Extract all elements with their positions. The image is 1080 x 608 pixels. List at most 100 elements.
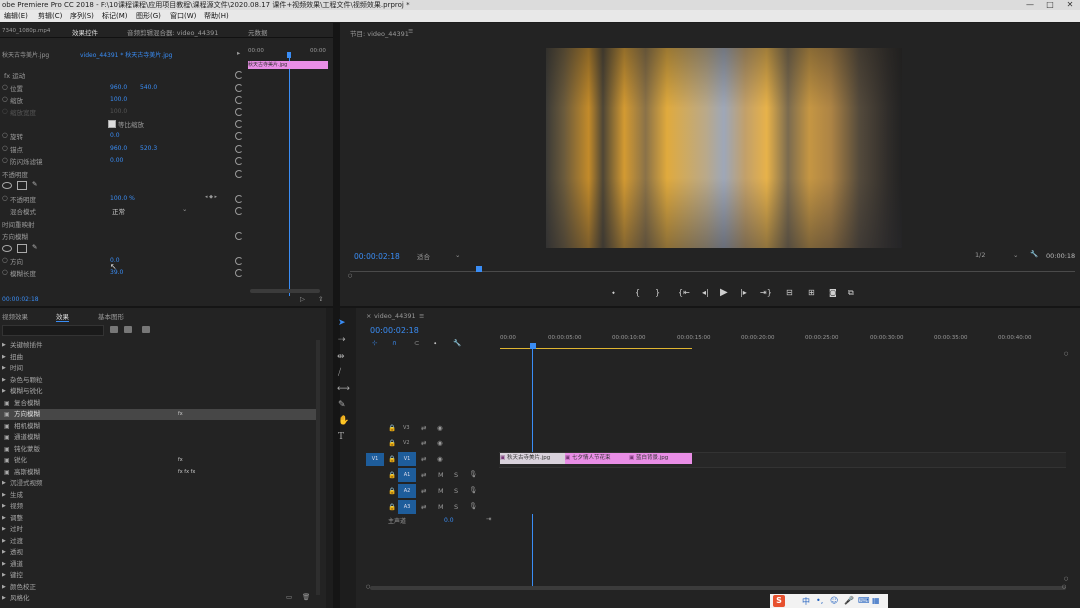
timeline-scrollbar[interactable] bbox=[370, 586, 1066, 590]
timeline-clip[interactable]: ▣ 蓝白背景.jpg bbox=[629, 453, 692, 464]
slip-tool-icon[interactable]: ⟷ bbox=[337, 384, 350, 394]
track-target-a2[interactable]: A2 bbox=[398, 484, 416, 498]
resolution-select[interactable]: 1/2 ⌄ bbox=[975, 251, 1020, 260]
ellipse-mask-icon[interactable] bbox=[2, 245, 12, 252]
lock-icon[interactable]: 🔒 bbox=[388, 471, 396, 479]
keyframe-nav-icon[interactable]: ◂ ◆ ▸ bbox=[205, 194, 217, 200]
effect-tree-item[interactable]: ▶ 关键帧插件 bbox=[0, 340, 316, 351]
opacity-value[interactable]: 100.0 % bbox=[110, 195, 135, 202]
32bit-filter-icon[interactable] bbox=[124, 326, 132, 333]
effect-tree-item[interactable]: ▶ 生成 bbox=[0, 490, 316, 501]
close-icon[interactable]: × bbox=[366, 312, 371, 320]
effect-tree-item[interactable]: ▣ 高斯模糊 fx fx fx bbox=[0, 467, 316, 478]
track-target-v1[interactable]: V1 bbox=[398, 452, 416, 466]
effect-tree-item[interactable]: ▶ 时间 bbox=[0, 363, 316, 374]
sync-lock-icon[interactable]: ⇄ bbox=[421, 487, 426, 495]
go-to-out-icon[interactable]: ⇥} bbox=[760, 288, 772, 297]
effect-tree-item[interactable]: ▶ 模糊与锐化 bbox=[0, 386, 316, 397]
linked-selection-icon[interactable]: ⊂ bbox=[414, 339, 419, 347]
effects-scrollbar[interactable] bbox=[316, 340, 320, 595]
motion-section[interactable]: fx 运动 bbox=[4, 70, 25, 80]
stopwatch-icon[interactable]: ○ bbox=[2, 256, 8, 264]
ripple-edit-icon[interactable]: ⇹ bbox=[337, 352, 345, 362]
close-button[interactable]: ✕ bbox=[1060, 0, 1080, 10]
maximize-button[interactable]: □ bbox=[1040, 0, 1060, 10]
source-patch-v1[interactable]: V1 bbox=[366, 453, 384, 466]
directional-blur-section[interactable]: 方向模糊 bbox=[2, 231, 28, 241]
effect-tree-item[interactable]: ▶ 过时 bbox=[0, 524, 316, 535]
pen-tool-icon[interactable]: ✎ bbox=[338, 400, 346, 410]
track-select-icon[interactable]: ⇢ bbox=[338, 335, 346, 345]
sync-lock-icon[interactable]: ⇄ bbox=[421, 424, 426, 432]
prop-value[interactable]: 0.0 bbox=[110, 132, 120, 139]
lock-icon[interactable]: 🔒 bbox=[388, 424, 396, 432]
rect-mask-icon[interactable] bbox=[17, 181, 27, 190]
ellipse-mask-icon[interactable] bbox=[2, 182, 12, 189]
mute-button[interactable]: M bbox=[438, 503, 444, 511]
add-marker-icon[interactable]: ⬩ bbox=[434, 339, 436, 348]
effect-tree-item[interactable]: ▶ 通道 bbox=[0, 559, 316, 570]
work-area-bar[interactable] bbox=[500, 348, 692, 349]
fit-select[interactable]: 适合 ⌄ bbox=[417, 251, 462, 261]
effect-tree-item[interactable]: ▣ 相机模糊 bbox=[0, 421, 316, 432]
comparison-view-icon[interactable]: ⧉ bbox=[848, 288, 854, 298]
menu-clip[interactable]: 剪辑(C) bbox=[38, 10, 62, 22]
selection-tool-icon[interactable]: ➤ bbox=[338, 318, 346, 328]
scroll-handle-left[interactable]: ○ bbox=[366, 584, 370, 590]
eye-icon[interactable]: ◉ bbox=[437, 439, 443, 447]
reset-icon[interactable] bbox=[235, 84, 243, 92]
reset-icon[interactable] bbox=[235, 207, 243, 215]
timeline-playhead[interactable] bbox=[530, 343, 536, 349]
menu-window[interactable]: 窗口(W) bbox=[170, 10, 196, 22]
lock-icon[interactable]: 🔒 bbox=[388, 503, 396, 511]
rect-mask-icon[interactable] bbox=[17, 244, 27, 253]
ime-lang[interactable]: 中 bbox=[802, 596, 810, 607]
reset-icon[interactable] bbox=[235, 232, 243, 240]
clip-dropdown[interactable]: 秋天古寺美片.jpg bbox=[2, 50, 49, 59]
type-tool-icon[interactable]: T bbox=[338, 432, 344, 442]
pen-mask-icon[interactable]: ✎ bbox=[32, 243, 37, 251]
step-forward-icon[interactable]: |▸ bbox=[740, 288, 747, 297]
stopwatch-icon[interactable]: ○ bbox=[2, 144, 8, 152]
reset-icon[interactable] bbox=[235, 145, 243, 153]
program-ruler[interactable] bbox=[350, 271, 1075, 272]
mute-button[interactable]: M bbox=[438, 471, 444, 479]
stopwatch-icon[interactable]: ○ bbox=[2, 131, 8, 139]
prop-value[interactable]: 960.0 bbox=[110, 145, 127, 152]
eye-icon[interactable]: ◉ bbox=[437, 424, 443, 432]
menu-icon[interactable]: ≡ bbox=[408, 27, 413, 35]
effect-tree-item[interactable]: ▣ 复合模糊 bbox=[0, 398, 316, 409]
reset-icon[interactable] bbox=[235, 96, 243, 104]
lock-icon[interactable]: 🔒 bbox=[388, 439, 396, 447]
emoji-icon[interactable]: ☺ bbox=[830, 596, 838, 605]
mark-out-icon[interactable]: } bbox=[655, 288, 660, 297]
reset-icon[interactable] bbox=[235, 71, 243, 79]
reset-icon[interactable] bbox=[235, 269, 243, 277]
uniform-scale-checkbox[interactable] bbox=[108, 120, 116, 128]
tab-video-effects[interactable]: 视频效果 bbox=[2, 311, 28, 321]
menu-sequence[interactable]: 序列(S) bbox=[70, 10, 94, 22]
effect-tree-item[interactable]: ▣ 钝化蒙版 bbox=[0, 444, 316, 455]
source-clip-label[interactable]: 7340_1080p.mp4 bbox=[2, 28, 50, 34]
accelerated-filter-icon[interactable] bbox=[110, 326, 118, 333]
mic-icon[interactable]: 🎙 bbox=[469, 486, 477, 494]
scroll-handle-top[interactable]: ○ bbox=[1064, 351, 1068, 357]
ime-logo[interactable]: S bbox=[773, 595, 785, 607]
program-playhead[interactable] bbox=[476, 266, 482, 272]
lock-icon[interactable]: 🔒 bbox=[388, 455, 396, 463]
effect-tree-item[interactable]: ▶ 沉浸式视频 bbox=[0, 478, 316, 489]
prop-value[interactable]: 100.0 bbox=[110, 96, 127, 103]
menu-marker[interactable]: 标记(M) bbox=[102, 10, 128, 22]
effect-tree-item[interactable]: ▶ 风格化 bbox=[0, 593, 316, 604]
opacity-section[interactable]: 不透明度 bbox=[2, 169, 28, 179]
solo-button[interactable]: S bbox=[454, 471, 458, 479]
go-to-in-icon[interactable]: {⇤ bbox=[678, 288, 690, 297]
prop-value[interactable]: 520.3 bbox=[140, 145, 157, 152]
razor-tool-icon[interactable]: ⧸ bbox=[338, 368, 341, 378]
timeline-timecode[interactable]: 00:00:02:18 bbox=[370, 326, 419, 335]
stopwatch-icon[interactable]: ○ bbox=[2, 194, 8, 202]
yuv-filter-icon[interactable] bbox=[142, 326, 150, 333]
effect-tree-item[interactable]: ▶ 杂色与颗粒 bbox=[0, 375, 316, 386]
reset-icon[interactable] bbox=[235, 170, 243, 178]
stopwatch-icon[interactable]: ○ bbox=[2, 83, 8, 91]
